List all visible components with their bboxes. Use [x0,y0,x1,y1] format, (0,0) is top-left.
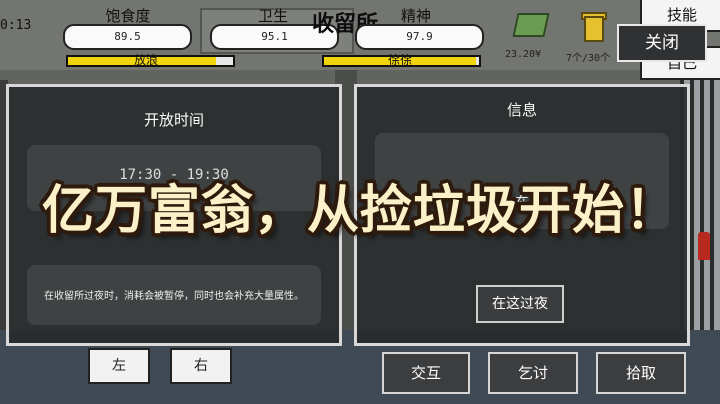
pickup-button[interactable]: 拾取 [596,352,686,394]
satiety-label: 饱食度 [105,7,151,25]
stay-overnight-button[interactable]: 在这过夜 [476,285,564,323]
move-left-button[interactable]: 左 [88,348,150,384]
move-right-button[interactable]: 右 [170,348,232,384]
satiety-value: 89.5 [63,24,192,50]
description-box: 在收留所过夜时，消耗会被暂停，同时也会补充大量属性。 [27,265,321,325]
interact-button[interactable]: 交互 [382,352,470,394]
close-button[interactable]: 关闭 [617,24,707,62]
opening-hours-title: 开放时间 [143,111,204,129]
money-icon [512,13,550,37]
spirit-value: 97.9 [355,24,484,50]
trash-capacity: 7个/30个 [566,53,611,64]
info-title: 信息 [506,101,537,119]
spirit-label: 精神 [400,7,431,25]
game-title-banner: 亿万富翁，从捡垃圾开始！ [41,180,678,241]
shelter-description: 在收留所过夜时，消耗会被暂停，同时也会补充大量属性。 [44,291,304,302]
game-clock: 0:13 [0,18,32,33]
trash-bin-icon [584,16,604,42]
status-text-right: 徐徐 [387,53,412,67]
status-text-left: 放浪 [133,53,158,67]
beg-button[interactable]: 乞讨 [488,352,578,394]
money-amount: 23.20¥ [505,49,542,60]
